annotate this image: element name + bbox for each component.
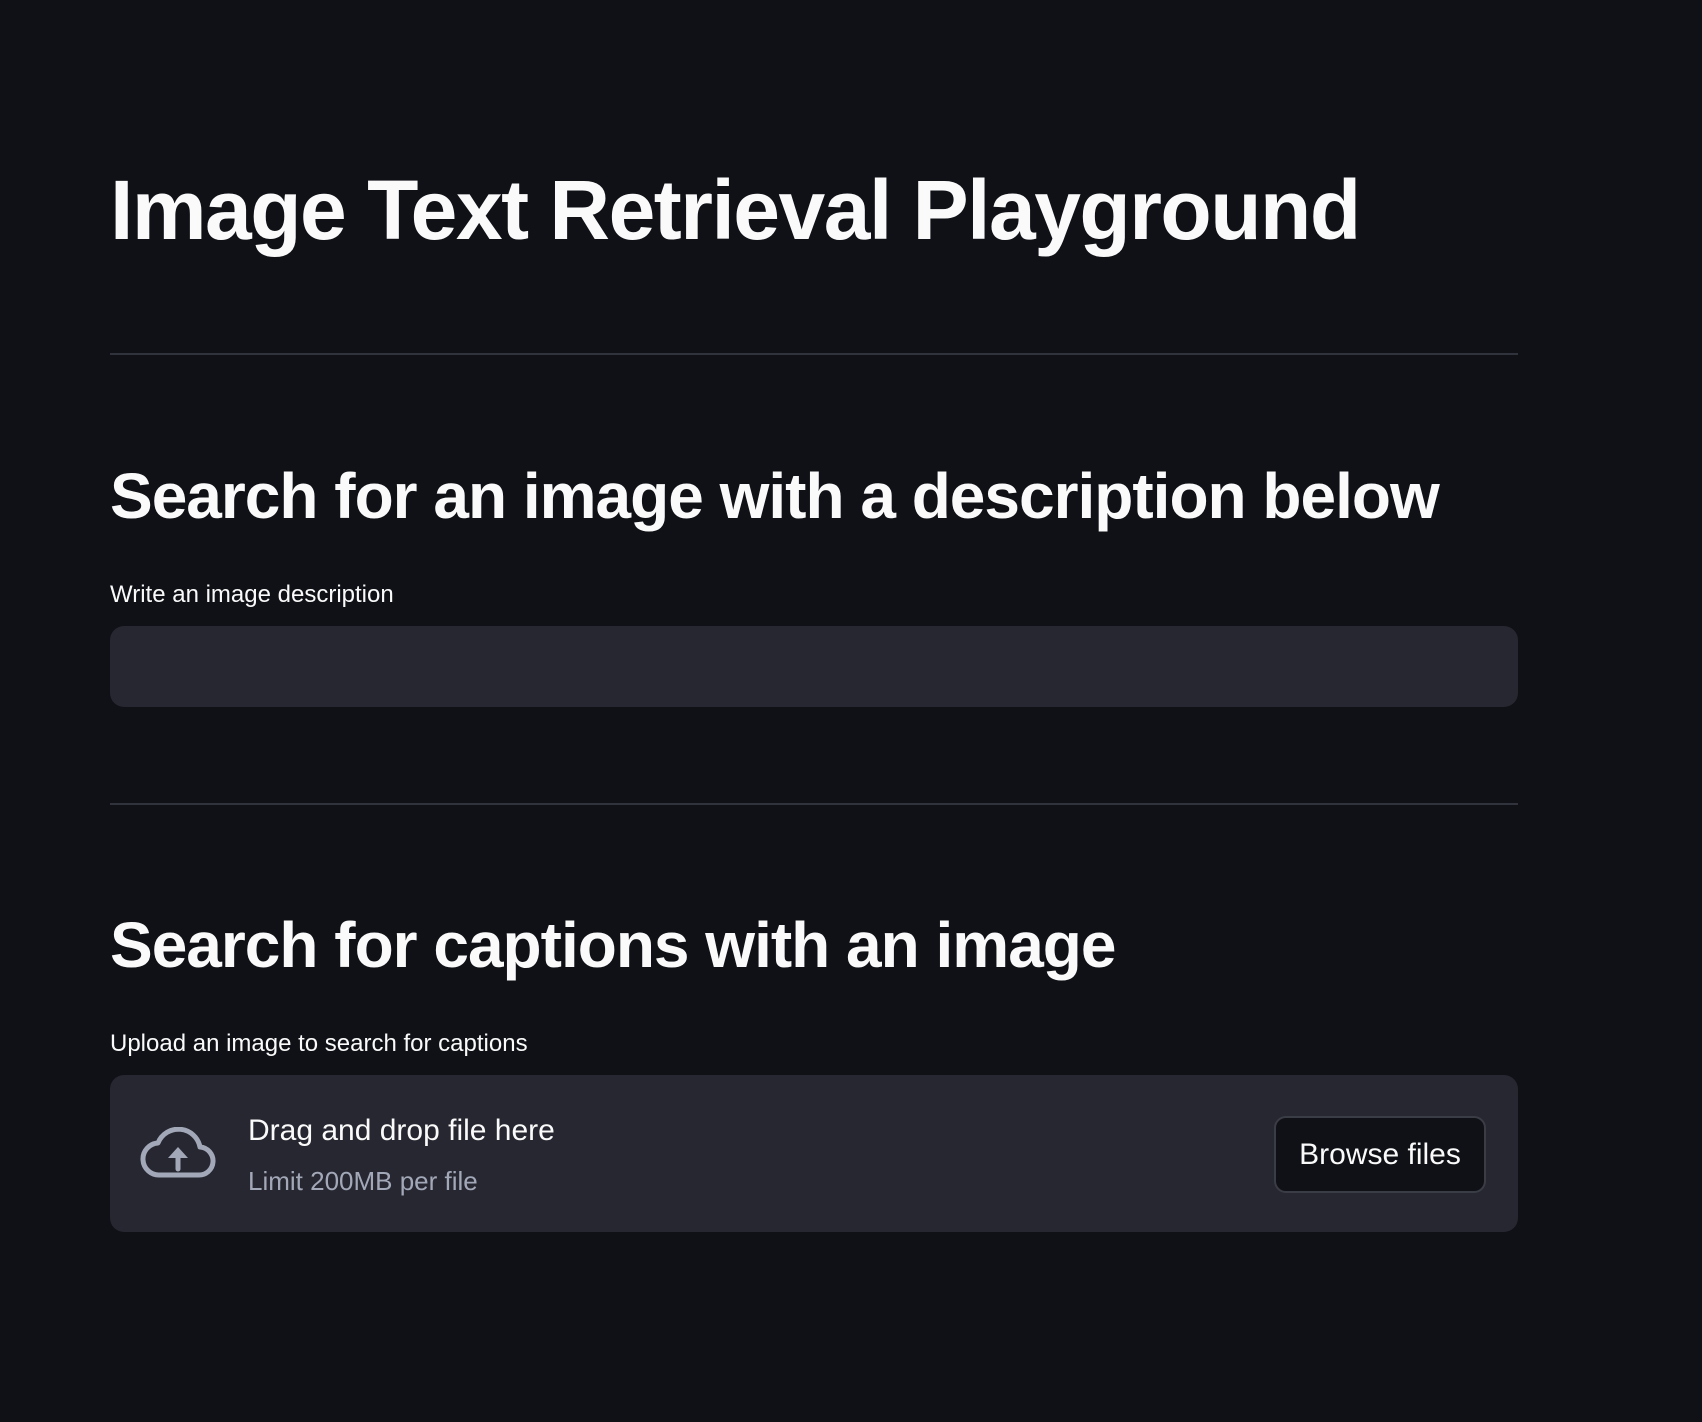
- description-input[interactable]: [110, 626, 1518, 707]
- text-search-heading: Search for an image with a description b…: [110, 460, 1440, 532]
- dropzone-title: Drag and drop file here: [248, 1114, 555, 1147]
- file-dropzone[interactable]: Drag and drop file here Limit 200MB per …: [110, 1075, 1518, 1232]
- browse-files-button[interactable]: Browse files: [1274, 1116, 1486, 1193]
- image-search-heading: Search for captions with an image: [110, 909, 1116, 981]
- divider: [110, 353, 1518, 355]
- dropzone-limit: Limit 200MB per file: [248, 1166, 478, 1196]
- divider: [110, 803, 1518, 805]
- description-input-label: Write an image description: [110, 581, 394, 608]
- upload-label: Upload an image to search for captions: [110, 1030, 528, 1057]
- cloud-upload-icon: [140, 1127, 216, 1178]
- page-title: Image Text Retrieval Playground: [110, 163, 1361, 257]
